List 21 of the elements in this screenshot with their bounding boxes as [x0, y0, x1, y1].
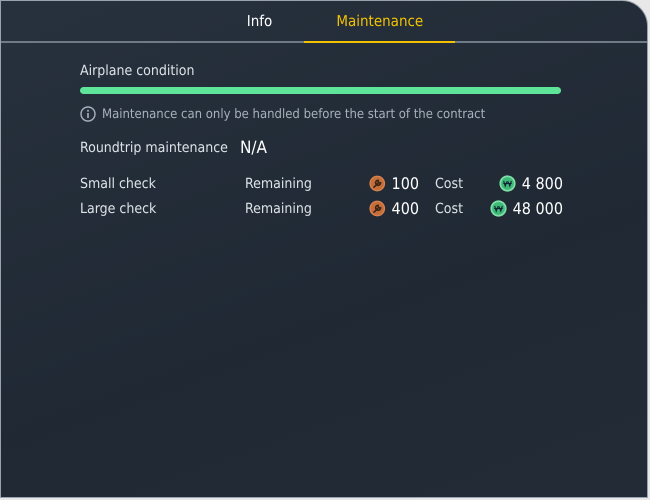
tab[interactable]: Info	[214, 1, 304, 43]
remaining-value: 400	[392, 199, 419, 218]
check-name: Small check	[80, 176, 157, 192]
remaining-label: Remaining	[245, 200, 313, 216]
remaining-label: Remaining	[245, 176, 313, 192]
roundtrip-label: Roundtrip maintenance	[80, 140, 228, 156]
check-name: Large check	[80, 200, 158, 216]
cost-label: Cost	[435, 200, 464, 216]
tab[interactable]: Maintenance	[304, 1, 456, 43]
notice-text: Maintenance can only be handled before the start of the contract	[102, 106, 486, 122]
remaining-value: 100	[392, 174, 419, 193]
cost-label: Cost	[435, 176, 464, 192]
wrench-icon	[369, 200, 386, 217]
info-icon	[80, 106, 96, 122]
roundtrip-value: N/A	[240, 138, 267, 158]
coin-icon	[490, 200, 507, 217]
cost-value: 4 800	[522, 174, 563, 193]
wrench-icon	[369, 175, 386, 192]
coin-icon	[498, 175, 516, 192]
cost-value: 48 000	[512, 199, 563, 218]
condition-label: Airplane condition	[80, 63, 196, 79]
